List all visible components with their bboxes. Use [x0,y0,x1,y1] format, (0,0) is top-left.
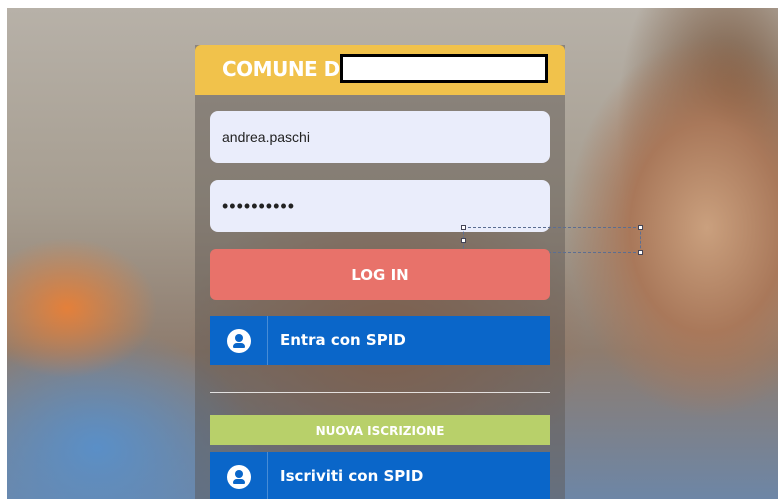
new-registration-button[interactable]: NUOVA ISCRIZIONE [210,415,550,445]
header-bar: COMUNE DI [195,45,565,95]
divider [210,392,550,393]
login-button[interactable]: LOG IN [210,249,550,300]
user-icon [227,329,251,353]
redacted-name-box [340,54,548,83]
spid-login-label: Entra con SPID [280,331,406,349]
spid-login-button[interactable]: Entra con SPID [210,316,550,365]
spid-register-label: Iscriviti con SPID [280,467,424,485]
username-input[interactable] [210,111,550,163]
user-icon [227,465,251,489]
password-input[interactable] [210,180,550,232]
municipality-title: COMUNE DI [222,57,347,81]
spid-icon-container [210,316,268,365]
screenshot-frame: COMUNE DI LOG IN Entra con SPID NUOVA IS… [0,0,778,499]
spid-register-button[interactable]: Iscriviti con SPID [210,452,550,499]
spid-icon-container [210,452,268,499]
